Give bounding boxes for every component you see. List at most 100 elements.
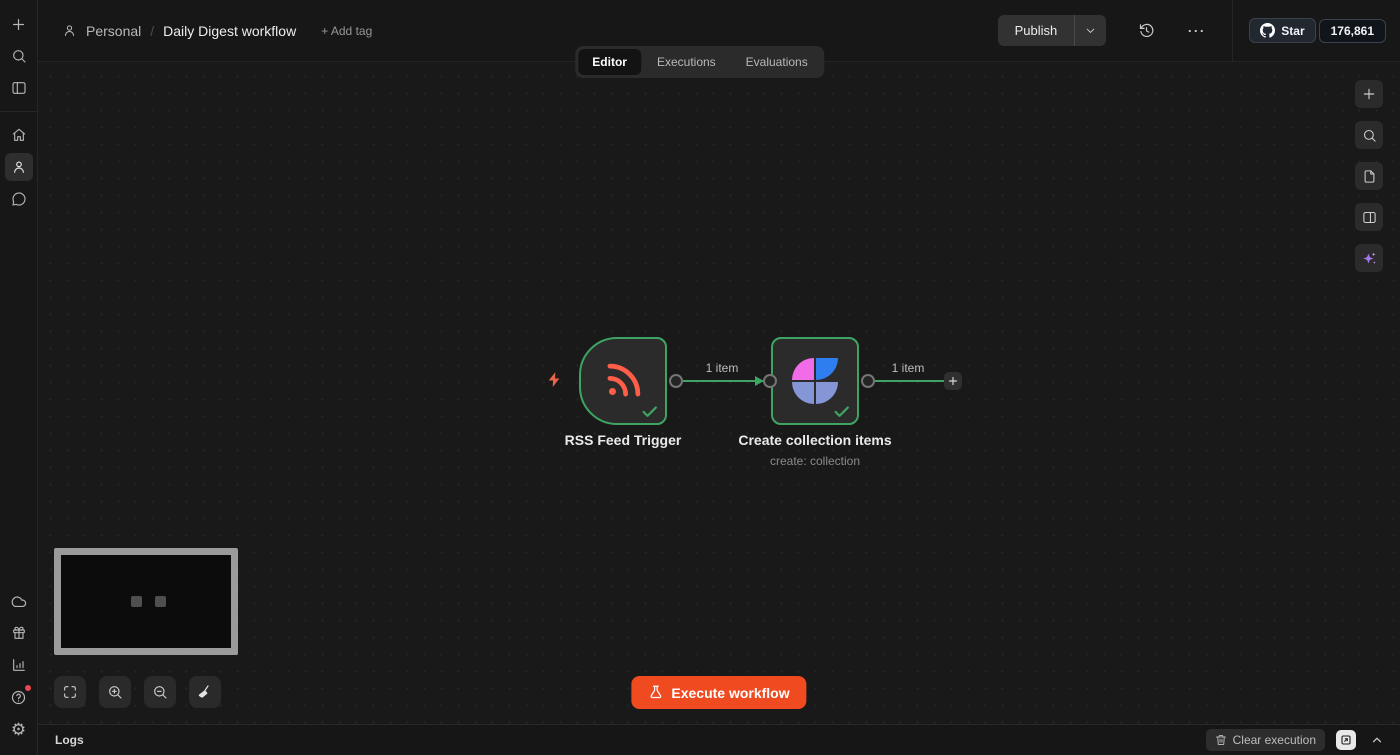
input-port-collection[interactable]	[763, 374, 777, 388]
add-connected-node-button[interactable]	[944, 372, 962, 390]
ai-assistant-button[interactable]	[1355, 244, 1383, 272]
execute-workflow-button[interactable]: Execute workflow	[631, 676, 806, 709]
home-icon	[11, 127, 27, 143]
help-icon	[10, 689, 27, 706]
clear-execution-button[interactable]: Clear execution	[1206, 729, 1325, 751]
fit-view-icon	[62, 684, 78, 700]
fit-view-button[interactable]	[54, 676, 86, 708]
canvas-search-button[interactable]	[1355, 121, 1383, 149]
node-label-rss: RSS Feed Trigger	[565, 432, 682, 448]
popout-icon	[1340, 734, 1352, 746]
breadcrumb: Personal / Daily Digest workflow + Add t…	[38, 23, 372, 39]
connection-item-count: 1 item	[892, 361, 925, 375]
connection-item-count: 1 item	[706, 361, 739, 375]
editor-tabs: Editor Executions Evaluations	[575, 46, 824, 78]
sidebar-item-settings[interactable]: ⚙	[5, 715, 33, 743]
node-label-collection: Create collection items	[738, 432, 891, 448]
sidebar-item-insights[interactable]	[5, 651, 33, 679]
search-icon	[11, 48, 27, 64]
history-icon	[1138, 22, 1155, 39]
tab-evaluations[interactable]: Evaluations	[732, 49, 822, 75]
sidebar-item-help[interactable]	[5, 683, 33, 711]
publish-split-button: Publish	[998, 15, 1107, 46]
quadrant-periwinkle-right	[816, 382, 838, 404]
github-star-label: Star	[1281, 24, 1304, 38]
zoom-out-button[interactable]	[144, 676, 176, 708]
publish-button[interactable]: Publish	[998, 15, 1075, 46]
open-logs-popout-button[interactable]	[1336, 730, 1356, 750]
add-sticky-note-button[interactable]	[1355, 162, 1383, 190]
top-bar-actions: Publish ⋯ Star 176,861	[998, 0, 1400, 61]
node-create-collection-items[interactable]	[771, 337, 859, 425]
sidebar-item-home[interactable]	[5, 121, 33, 149]
add-node-button[interactable]	[1355, 80, 1383, 108]
sidebar-item-cloud[interactable]	[5, 587, 33, 615]
sidebar-divider	[0, 111, 38, 112]
breadcrumb-project[interactable]: Personal	[86, 23, 141, 39]
tidy-up-button[interactable]	[189, 676, 221, 708]
sparkles-icon	[1361, 250, 1378, 267]
chevron-up-icon	[1370, 733, 1384, 747]
sidebar-item-whats-new[interactable]	[5, 619, 33, 647]
output-port-rss[interactable]	[669, 374, 683, 388]
logs-panel-header[interactable]: Logs Clear execution	[38, 724, 1400, 755]
expand-logs-button[interactable]	[1367, 730, 1387, 750]
zoom-in-icon	[107, 684, 123, 700]
minimap-node	[155, 596, 166, 607]
node-sublabel-collection: create: collection	[770, 454, 860, 468]
add-tag-button[interactable]: + Add tag	[321, 24, 372, 38]
connection-collection-output[interactable]	[875, 380, 944, 382]
quadrant-pink	[792, 358, 814, 380]
canvas-controls	[54, 676, 221, 708]
new-workflow-button[interactable]	[5, 10, 33, 38]
canvas-minimap[interactable]	[54, 548, 238, 655]
github-icon	[1260, 23, 1275, 38]
zoom-out-icon	[152, 684, 168, 700]
zoom-in-button[interactable]	[99, 676, 131, 708]
github-star-button[interactable]: Star	[1249, 18, 1315, 43]
workflow-menu-button[interactable]: ⋯	[1182, 17, 1210, 45]
tab-editor[interactable]: Editor	[578, 49, 641, 75]
workflow-history-button[interactable]	[1132, 17, 1160, 45]
user-icon	[11, 159, 27, 175]
plus-icon	[10, 16, 27, 33]
sidebar-item-personal[interactable]	[5, 153, 33, 181]
cloud-icon	[10, 593, 27, 610]
chevron-down-icon	[1084, 24, 1097, 37]
chat-icon	[11, 191, 27, 207]
connection-rss-to-collection[interactable]	[683, 380, 763, 382]
sidebar-search-button[interactable]	[5, 42, 33, 70]
github-star-widget: Star 176,861	[1249, 18, 1386, 43]
rss-icon	[602, 360, 644, 402]
chart-icon	[11, 657, 27, 673]
execute-workflow-label: Execute workflow	[671, 685, 789, 701]
quadrant-periwinkle-left	[792, 382, 814, 404]
canvas-action-buttons	[1355, 80, 1383, 272]
node-rss-feed-trigger[interactable]	[579, 337, 667, 425]
logs-actions: Clear execution	[1206, 729, 1387, 751]
tab-executions[interactable]: Executions	[643, 49, 730, 75]
flask-icon	[648, 685, 663, 700]
toggle-sidebar-button[interactable]	[5, 74, 33, 102]
file-icon	[1362, 169, 1377, 184]
top-bar-divider	[1232, 0, 1233, 62]
notification-dot	[25, 685, 31, 691]
logs-title: Logs	[55, 733, 84, 747]
success-check-icon	[832, 402, 851, 421]
github-star-count[interactable]: 176,861	[1319, 19, 1386, 43]
workflow-canvas[interactable]: 1 item 1 item RSS Feed Trigger Create co…	[38, 62, 1400, 724]
publish-dropdown-button[interactable]	[1074, 15, 1106, 46]
trigger-bolt-icon	[546, 370, 563, 389]
output-port-collection[interactable]	[861, 374, 875, 388]
panel-left-icon	[11, 80, 27, 96]
toggle-right-panel-button[interactable]	[1355, 203, 1383, 231]
breadcrumb-separator: /	[150, 23, 154, 39]
workflow-name[interactable]: Daily Digest workflow	[163, 23, 296, 39]
gift-icon	[11, 625, 27, 641]
search-icon	[1362, 128, 1377, 143]
minimap-node	[131, 596, 142, 607]
sidebar-item-chat[interactable]	[5, 185, 33, 213]
collection-node-icon	[792, 358, 838, 404]
broom-icon	[197, 684, 213, 700]
clear-execution-label: Clear execution	[1233, 733, 1316, 747]
